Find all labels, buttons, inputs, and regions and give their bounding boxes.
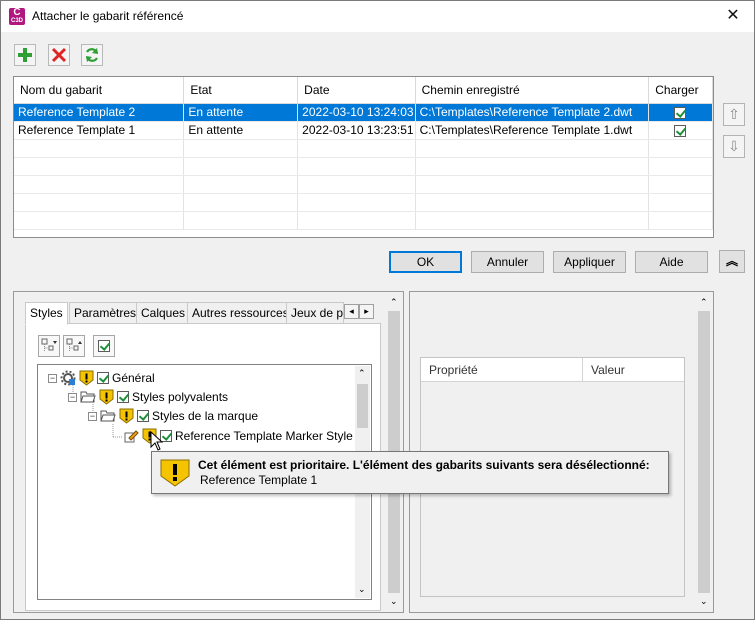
collapse-button[interactable]: ︽	[719, 250, 745, 273]
node-checkbox[interactable]	[117, 391, 129, 403]
tab-styles[interactable]: Styles	[25, 302, 68, 325]
move-up-button[interactable]: ⇧	[723, 103, 745, 126]
template-path: C:\Templates\Reference Template 1.dwt	[415, 121, 650, 140]
arrow-up-icon: ⇧	[728, 106, 740, 122]
help-button[interactable]: Aide	[635, 251, 708, 273]
scroll-up-icon: ⌃	[358, 368, 366, 378]
tooltip-message: Cet élément est prioritaire. L'élément d…	[198, 458, 650, 472]
marker-style-icon	[124, 430, 139, 443]
table-row[interactable]: Reference Template 2 En attente 2022-03-…	[14, 103, 713, 122]
cancel-button[interactable]: Annuler	[471, 251, 544, 273]
tree-collapse-icon	[66, 338, 82, 352]
tree-node[interactable]: − Styles de la marque	[88, 407, 261, 425]
add-template-button[interactable]	[14, 44, 36, 66]
column-header[interactable]: Etat	[183, 77, 299, 104]
priority-tooltip: Cet élément est prioritaire. L'élément d…	[151, 451, 669, 494]
tree-node-label: Reference Template Marker Style	[175, 429, 353, 443]
warning-icon	[99, 389, 114, 405]
civil3d-app-icon: C C3D	[9, 7, 25, 25]
tab-parametres[interactable]: Paramètres	[69, 302, 142, 324]
load-checkbox[interactable]	[674, 124, 687, 137]
scroll-down-icon: ⌄	[390, 596, 398, 606]
refresh-icon	[85, 48, 99, 62]
close-icon[interactable]: ✕	[720, 4, 746, 28]
mouse-cursor-icon	[150, 431, 164, 451]
tooltip-detail: Reference Template 1	[200, 473, 318, 487]
checkbox-icon	[98, 340, 110, 352]
node-checkbox[interactable]	[137, 410, 149, 422]
table-row[interactable]: Reference Template 1 En attente 2022-03-…	[14, 121, 713, 140]
tree-expand-icon	[41, 338, 57, 352]
load-checkbox[interactable]	[674, 106, 687, 119]
node-checkbox[interactable]	[97, 372, 109, 384]
column-header[interactable]: Date	[297, 77, 416, 104]
gear-icon	[60, 370, 76, 386]
delete-icon	[51, 47, 67, 63]
move-down-button[interactable]: ⇩	[723, 135, 745, 158]
scroll-down-icon: ⌄	[700, 596, 708, 606]
collapse-node-icon[interactable]: −	[68, 392, 77, 402]
tab-jeux[interactable]: Jeux de pr	[286, 302, 344, 324]
collapse-node-icon[interactable]: −	[88, 411, 97, 421]
template-name: Reference Template 1	[14, 121, 185, 140]
arrow-down-icon: ⇩	[728, 138, 740, 154]
scroll-up-icon: ⌃	[700, 297, 708, 307]
table-row	[14, 193, 713, 212]
tab-scroll-left-icon[interactable]: ◂	[344, 304, 359, 319]
scrollbar-thumb[interactable]	[357, 384, 368, 428]
properties-panel-scrollbar[interactable]: ⌃ ⌄	[696, 293, 712, 611]
column-header[interactable]: Valeur	[583, 358, 684, 382]
title-bar: C C3D Attacher le gabarit référencé ✕	[1, 1, 754, 32]
folder-open-icon	[100, 410, 116, 422]
table-header: Nom du gabarit Etat Date Chemin enregist…	[14, 77, 713, 104]
tree-node[interactable]: − Général	[48, 369, 158, 387]
template-path: C:\Templates\Reference Template 2.dwt	[415, 103, 650, 122]
template-state: En attente	[183, 103, 299, 122]
template-date: 2022-03-10 13:23:51	[297, 121, 416, 140]
scrollbar-thumb[interactable]	[698, 311, 710, 593]
remove-template-button[interactable]	[48, 44, 70, 66]
check-all-button[interactable]	[93, 335, 115, 357]
tree-node-label: Styles polyvalents	[132, 390, 229, 404]
dialog-window: C C3D Attacher le gabarit référencé ✕ Nom…	[0, 0, 755, 620]
double-chevron-up-icon: ︽	[725, 254, 738, 268]
tab-calques[interactable]: Calques	[136, 302, 191, 324]
table-row	[14, 175, 713, 194]
collapse-node-icon[interactable]: −	[48, 373, 57, 383]
apply-button[interactable]: Appliquer	[553, 251, 626, 273]
table-row	[14, 139, 713, 158]
tree-node-label: Styles de la marque	[152, 409, 259, 423]
window-title: Attacher le gabarit référencé	[32, 9, 184, 23]
template-state: En attente	[183, 121, 299, 140]
template-date: 2022-03-10 13:24:03	[297, 103, 416, 122]
template-name: Reference Template 2	[14, 103, 185, 122]
warning-icon	[79, 370, 94, 386]
warning-icon	[160, 459, 190, 487]
collapse-all-button[interactable]	[63, 335, 85, 357]
tab-autres-ressources[interactable]: Autres ressources	[187, 302, 294, 324]
column-header[interactable]: Chemin enregistré	[415, 77, 650, 104]
table-row	[14, 157, 713, 176]
column-header[interactable]: Propriété	[421, 358, 583, 382]
column-header[interactable]: Charger	[648, 77, 713, 104]
plus-icon	[18, 48, 32, 62]
tree-node[interactable]: − Styles polyvalents	[68, 388, 231, 406]
folder-open-icon	[80, 391, 96, 403]
expand-all-button[interactable]	[38, 335, 60, 357]
refresh-button[interactable]	[81, 44, 103, 66]
column-header[interactable]: Nom du gabarit	[14, 77, 185, 104]
scroll-down-icon: ⌄	[358, 584, 366, 594]
table-row	[14, 211, 713, 230]
warning-icon	[119, 408, 134, 424]
tree-node-label: Général	[112, 371, 155, 385]
tab-scroll-right-icon[interactable]: ▸	[359, 304, 374, 319]
ok-button[interactable]: OK	[389, 251, 462, 273]
templates-table: Nom du gabarit Etat Date Chemin enregist…	[13, 76, 714, 238]
scroll-up-icon: ⌃	[390, 297, 398, 307]
